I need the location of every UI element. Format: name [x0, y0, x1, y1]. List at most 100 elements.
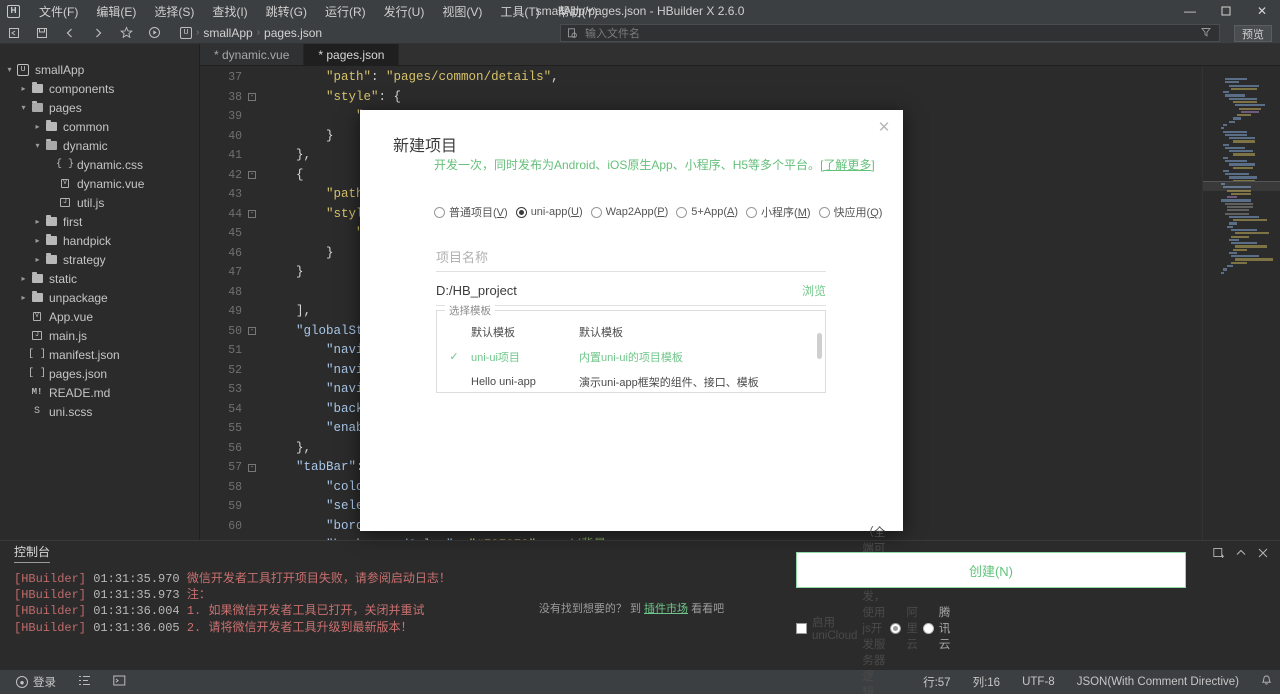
maximize-icon[interactable] [1208, 0, 1244, 22]
dialog-close-icon[interactable]: ✕ [873, 116, 895, 138]
filter-icon[interactable] [1201, 27, 1211, 40]
chevron-right-icon[interactable]: ▸ [18, 84, 29, 93]
chevron-right-icon[interactable]: ▸ [32, 236, 43, 245]
fold-toggle-icon[interactable]: - [248, 93, 256, 101]
back-icon[interactable] [59, 23, 81, 43]
project-type-wap2app[interactable]: Wap2App(P) [591, 206, 669, 218]
close-icon[interactable]: ✕ [1244, 0, 1280, 22]
close-console-icon[interactable] [1252, 541, 1274, 565]
menu-help[interactable]: 帮助(Y) [549, 0, 607, 23]
tree-item-main-js[interactable]: ▸Jmain.js [0, 326, 199, 345]
menu-publish[interactable]: 发行(U) [375, 0, 434, 23]
tree-item-manifest-json[interactable]: ▸[ ]manifest.json [0, 345, 199, 364]
tree-item-pages[interactable]: ▾pages [0, 98, 199, 117]
chevron-right-icon[interactable]: ▸ [32, 122, 43, 131]
breadcrumb-project[interactable]: smallApp [203, 26, 252, 40]
project-type-uniapp[interactable]: uni-app(U) [516, 206, 583, 218]
tab-pages-json[interactable]: * pages.json [304, 44, 399, 65]
menu-find[interactable]: 查找(I) [203, 0, 256, 23]
bell-icon[interactable] [1261, 675, 1272, 689]
cursor-column[interactable]: 列:16 [973, 674, 1001, 690]
tree-item-uni-scss[interactable]: ▸Suni.scss [0, 402, 199, 421]
fold-toggle-icon[interactable]: - [248, 210, 256, 218]
filename-search-box[interactable]: 输入文件名 [560, 24, 1220, 42]
tree-item-unpackage[interactable]: ▸unpackage [0, 288, 199, 307]
console-tab-title[interactable]: 控制台 [14, 543, 50, 563]
template-row[interactable]: ✓uni-ui项目内置uni-ui的项目模板 [437, 344, 825, 369]
chevron-down-icon[interactable]: ▾ [32, 141, 43, 150]
unicloud-checkbox[interactable] [796, 623, 807, 634]
radio-icon[interactable] [676, 207, 687, 218]
project-type-[interactable]: 普通项目(V) [434, 204, 508, 220]
tree-item-static[interactable]: ▸static [0, 269, 199, 288]
save-icon[interactable] [31, 23, 53, 43]
plugin-market-link[interactable]: 插件市场 [644, 603, 688, 615]
menu-goto[interactable]: 跳转(G) [257, 0, 316, 23]
template-list[interactable]: 默认模板默认模板✓uni-ui项目内置uni-ui的项目模板Hello uni-… [437, 311, 825, 392]
template-scrollbar[interactable] [817, 333, 822, 359]
minimap-viewport[interactable] [1203, 181, 1280, 191]
menu-run[interactable]: 运行(R) [316, 0, 375, 23]
project-type-[interactable]: 快应用(Q) [819, 204, 883, 220]
chevron-down-icon[interactable]: ▾ [18, 103, 29, 112]
tree-item-first[interactable]: ▸first [0, 212, 199, 231]
menu-tools[interactable]: 工具(T) [491, 0, 548, 23]
tree-item-app-vue[interactable]: ▸VApp.vue [0, 307, 199, 326]
language-mode-label[interactable]: JSON(With Comment Directive) [1077, 676, 1239, 688]
fold-toggle-icon[interactable]: - [248, 464, 256, 472]
project-type-[interactable]: 小程序(M) [746, 204, 811, 220]
tree-item-handpick[interactable]: ▸handpick [0, 231, 199, 250]
provider-radio-aliyun[interactable] [890, 623, 901, 634]
tree-item-strategy[interactable]: ▸strategy [0, 250, 199, 269]
radio-icon[interactable] [591, 207, 602, 218]
new-terminal-icon[interactable] [1208, 541, 1230, 565]
collapse-icon[interactable] [1230, 541, 1252, 565]
radio-icon[interactable] [516, 207, 527, 218]
radio-icon[interactable] [819, 207, 830, 218]
chevron-right-icon[interactable]: ▸ [32, 217, 43, 226]
open-folder-icon[interactable] [3, 23, 25, 43]
minimize-icon[interactable]: — [1172, 0, 1208, 22]
tree-item-dynamic-vue[interactable]: ▸Vdynamic.vue [0, 174, 199, 193]
star-icon[interactable] [115, 23, 137, 43]
chevron-right-icon[interactable]: ▸ [32, 255, 43, 264]
tree-item-smallapp[interactable]: ▾UsmallApp [0, 60, 199, 79]
tree-item-components[interactable]: ▸components [0, 79, 199, 98]
chevron-right-icon[interactable]: ▸ [18, 274, 29, 283]
tab-dynamic-vue[interactable]: * dynamic.vue [200, 44, 304, 65]
preview-button[interactable]: 预览 [1234, 25, 1272, 42]
project-name-field[interactable]: 项目名称 [436, 242, 826, 272]
browse-button[interactable]: 浏览 [802, 282, 826, 299]
fold-toggle-icon[interactable]: - [248, 171, 256, 179]
terminal-icon[interactable] [113, 674, 126, 690]
fold-toggle-icon[interactable]: - [248, 327, 256, 335]
tree-item-dynamic[interactable]: ▾dynamic [0, 136, 199, 155]
radio-icon[interactable] [746, 207, 757, 218]
template-row[interactable]: Hello uni-app演示uni-app框架的组件、接口、模板 [437, 369, 825, 392]
provider-radio-tencent[interactable] [923, 623, 934, 634]
radio-icon[interactable] [434, 207, 445, 218]
forward-icon[interactable] [87, 23, 109, 43]
chevron-down-icon[interactable]: ▾ [4, 65, 15, 74]
breadcrumb-file[interactable]: pages.json [264, 26, 322, 40]
tree-item-common[interactable]: ▸common [0, 117, 199, 136]
project-type-5app[interactable]: 5+App(A) [676, 206, 738, 218]
tree-item-reade-md[interactable]: ▸M!READE.md [0, 383, 199, 402]
menu-select[interactable]: 选择(S) [145, 0, 203, 23]
encoding-label[interactable]: UTF-8 [1022, 676, 1055, 688]
menu-view[interactable]: 视图(V) [433, 0, 491, 23]
login-button[interactable]: ● 登录 [16, 674, 56, 690]
tree-item-pages-json[interactable]: ▸[ ]pages.json [0, 364, 199, 383]
code-minimap[interactable] [1202, 66, 1280, 540]
create-button[interactable]: 创建(N) [796, 552, 1186, 588]
run-icon[interactable] [143, 23, 165, 43]
project-path-field[interactable]: D:/HB_project 浏览 [436, 276, 826, 306]
chevron-right-icon[interactable]: ▸ [18, 293, 29, 302]
menu-file[interactable]: 文件(F) [30, 0, 87, 23]
menu-edit[interactable]: 编辑(E) [87, 0, 145, 23]
list-icon[interactable] [78, 674, 91, 690]
template-row[interactable]: 默认模板默认模板 [437, 319, 825, 344]
tree-item-dynamic-css[interactable]: ▸{ }dynamic.css [0, 155, 199, 174]
tree-item-util-js[interactable]: ▸Jutil.js [0, 193, 199, 212]
learn-more-link[interactable]: [了解更多] [820, 158, 875, 172]
